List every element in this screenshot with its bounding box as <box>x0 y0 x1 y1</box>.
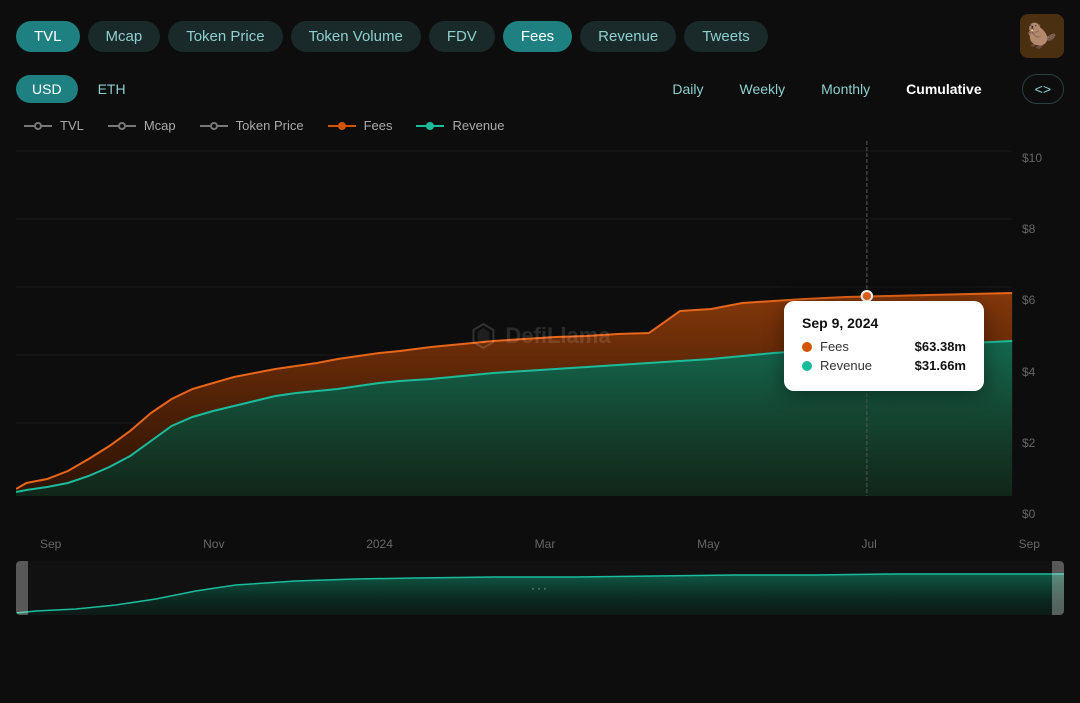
tooltip-fees-label: Fees <box>820 339 907 354</box>
tab-revenue[interactable]: Revenue <box>580 21 676 52</box>
legend-mcap: Mcap <box>108 118 176 133</box>
tab-mcap[interactable]: Mcap <box>88 21 161 52</box>
currency-group: USD ETH <box>16 75 142 103</box>
tooltip: Sep 9, 2024 Fees $63.38m Revenue $31.66m <box>784 301 984 391</box>
tooltip-fees-dot <box>802 342 812 352</box>
tooltip-fees-value: $63.38m <box>915 339 966 354</box>
x-label-sep-curr: Sep <box>1019 537 1040 551</box>
embed-button[interactable]: <> <box>1022 74 1064 104</box>
legend-mcap-label: Mcap <box>144 118 176 133</box>
x-label-2024: 2024 <box>366 537 393 551</box>
tab-fdv[interactable]: FDV <box>429 21 495 52</box>
legend-bar: TVL Mcap Token Price Fees Revenue <box>0 110 1080 141</box>
tooltip-revenue-dot <box>802 361 812 371</box>
range-dots: ··· <box>531 581 549 595</box>
legend-fees-label: Fees <box>364 118 393 133</box>
time-cumulative[interactable]: Cumulative <box>890 75 997 103</box>
avatar[interactable]: 🦫 <box>1020 14 1064 58</box>
tooltip-revenue-row: Revenue $31.66m <box>802 358 966 373</box>
currency-eth[interactable]: ETH <box>82 75 142 103</box>
currency-usd[interactable]: USD <box>16 75 78 103</box>
legend-tvl-line <box>24 125 52 127</box>
time-group: Daily Weekly Monthly Cumulative <box>656 75 997 103</box>
x-label-mar: Mar <box>535 537 556 551</box>
top-bar: TVL Mcap Token Price Token Volume FDV Fe… <box>0 0 1080 68</box>
legend-fees: Fees <box>328 118 393 133</box>
legend-tvl-label: TVL <box>60 118 84 133</box>
legend-revenue-line <box>416 125 444 127</box>
time-weekly[interactable]: Weekly <box>723 75 801 103</box>
legend-token-price-line <box>200 125 228 127</box>
x-label-sep-prev: Sep <box>40 537 61 551</box>
tooltip-date: Sep 9, 2024 <box>802 315 966 331</box>
metric-tabs: TVL Mcap Token Price Token Volume FDV Fe… <box>16 21 768 52</box>
range-selector[interactable]: ··· <box>16 561 1064 615</box>
legend-tvl: TVL <box>24 118 84 133</box>
legend-token-price: Token Price <box>200 118 304 133</box>
range-handle-left[interactable] <box>16 561 28 615</box>
tab-token-volume[interactable]: Token Volume <box>291 21 421 52</box>
legend-token-price-label: Token Price <box>236 118 304 133</box>
tab-tvl[interactable]: TVL <box>16 21 80 52</box>
range-handle-right[interactable] <box>1052 561 1064 615</box>
legend-revenue: Revenue <box>416 118 504 133</box>
fees-tooltip-dot <box>862 291 872 301</box>
time-monthly[interactable]: Monthly <box>805 75 886 103</box>
chart-area: $10 $8 $6 $4 $2 $0 DefiLlama Sep 9, 2024… <box>16 141 1064 531</box>
x-label-may: May <box>697 537 720 551</box>
x-axis-labels: Sep Nov 2024 Mar May Jul Sep <box>16 531 1064 557</box>
tooltip-revenue-value: $31.66m <box>915 358 966 373</box>
time-daily[interactable]: Daily <box>656 75 719 103</box>
legend-mcap-line <box>108 125 136 127</box>
x-label-nov: Nov <box>203 537 224 551</box>
tab-tweets[interactable]: Tweets <box>684 21 768 52</box>
legend-fees-line <box>328 125 356 127</box>
x-label-jul: Jul <box>862 537 877 551</box>
tooltip-fees-row: Fees $63.38m <box>802 339 966 354</box>
tooltip-revenue-label: Revenue <box>820 358 907 373</box>
second-bar: USD ETH Daily Weekly Monthly Cumulative … <box>0 68 1080 110</box>
tab-fees[interactable]: Fees <box>503 21 572 52</box>
legend-revenue-label: Revenue <box>452 118 504 133</box>
tab-token-price[interactable]: Token Price <box>168 21 282 52</box>
